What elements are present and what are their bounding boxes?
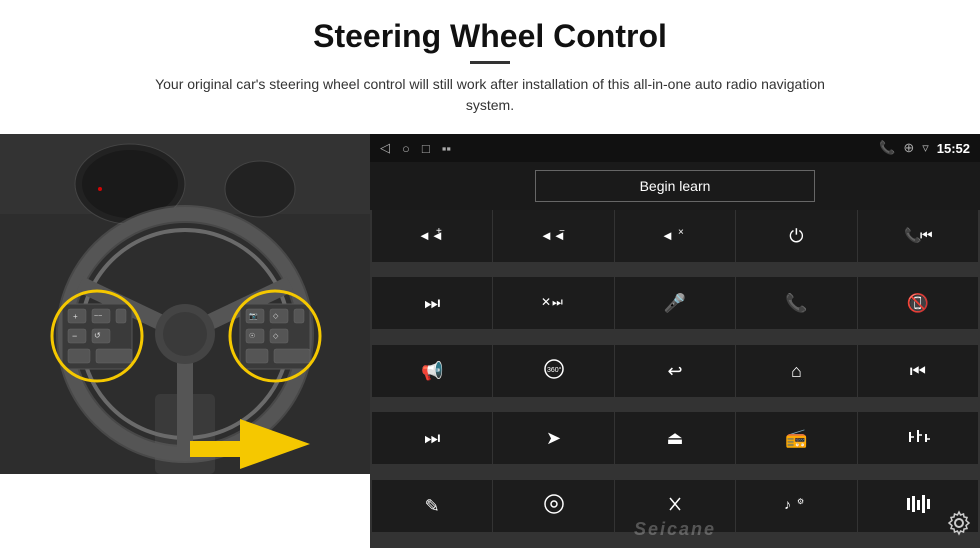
svg-text:−: − [72,331,77,341]
home-nav-icon[interactable]: ○ [402,141,410,156]
eject-cell[interactable]: ⏏ [615,412,735,464]
svg-text:×: × [678,227,684,238]
radio-icon: 📻 [785,429,807,447]
ff-icon: ✕ ⏭ [540,291,568,316]
mute-cell[interactable]: ◄ × [615,210,735,262]
steering-wheel-panel: + ~~ − ↺ 📷 ◇ [0,134,370,474]
page-container: Steering Wheel Control Your original car… [0,0,980,548]
header-section: Steering Wheel Control Your original car… [0,0,980,126]
fast-fwd-icon: ⏭ [424,429,440,447]
vol-up-cell[interactable]: ◄◄ + [372,210,492,262]
power-icon: ⏻ [789,227,803,245]
speaker-cell[interactable]: 📢 [372,345,492,397]
svg-text:◇: ◇ [273,333,279,340]
svg-text:~~: ~~ [94,313,102,320]
skip-back-cell[interactable]: ⏮ [858,345,978,397]
vol-up-icon: ◄◄ + [418,224,446,249]
wifi-icon: ▿ [922,140,929,156]
back-icon: ↩ [667,362,682,380]
begin-learn-button[interactable]: Begin learn [535,170,815,202]
mic-icon: 🎤 [664,294,686,312]
hang-up-icon: 📵 [907,294,929,312]
svg-text:📷: 📷 [249,312,258,320]
svg-text:♪: ♪ [784,496,791,512]
page-title: Steering Wheel Control [60,18,920,55]
settings-sub-icon [543,493,565,518]
bars-icon [906,494,930,517]
settings-sub-cell[interactable] [493,480,613,532]
radio-cell[interactable]: 📻 [736,412,856,464]
subtitle: Your original car's steering wheel contr… [140,74,840,116]
phone-icon: 📞 [879,140,895,156]
360-cell[interactable]: 360° [493,345,613,397]
skip-back-icon: ⏮ [910,362,926,380]
android-panel: ◁ ○ □ ▪▪ 📞 ⊕ ▿ 15:52 Begin learn [370,134,980,548]
pen-cell[interactable]: ✎ [372,480,492,532]
svg-text:◄: ◄ [661,228,674,243]
content-section: + ~~ − ↺ 📷 ◇ [0,134,980,548]
home-icon: ⌂ [791,362,802,380]
android-panel-wrapper: ◁ ○ □ ▪▪ 📞 ⊕ ▿ 15:52 Begin learn [370,134,980,548]
svg-text:☉: ☉ [249,332,255,340]
status-bar-right: 📞 ⊕ ▿ 15:52 [879,140,970,156]
prev-track-cell[interactable]: 📞 ⏮ [858,210,978,262]
vol-down-icon: ◄◄ − [540,224,568,249]
svg-text:⏮: ⏮ [920,227,932,243]
bluetooth-cell[interactable] [615,480,735,532]
back-nav-icon[interactable]: ◁ [380,140,390,156]
skip-fwd-cell[interactable]: ⏭ [372,277,492,329]
mute-icon: ◄ × [661,224,689,249]
svg-text:−: − [559,226,565,237]
settings-gear-icon[interactable] [946,510,972,542]
music-icon: ♪ ⚙ [784,493,808,518]
eject-icon: ⏏ [666,429,683,447]
location-icon: ⊕ [903,140,914,156]
fast-fwd-cell[interactable]: ⏭ [372,412,492,464]
navigate-cell[interactable]: ➤ [493,412,613,464]
360-icon: 360° [537,358,571,383]
begin-learn-row: Begin learn [370,162,980,210]
phone-cell[interactable]: 📞 [736,277,856,329]
prev-track-icon: 📞 ⏮ [904,224,932,249]
power-cell[interactable]: ⏻ [736,210,856,262]
status-bar: ◁ ○ □ ▪▪ 📞 ⊕ ▿ 15:52 [370,134,980,162]
back-cell[interactable]: ↩ [615,345,735,397]
speaker-icon: 📢 [421,362,443,380]
phone-call-icon: 📞 [785,294,807,312]
control-grid: ◄◄ + ◄◄ − [370,210,980,548]
mic-cell[interactable]: 🎤 [615,277,735,329]
music-cell[interactable]: ♪ ⚙ [736,480,856,532]
eq-cell[interactable] [858,412,978,464]
steering-bg: + ~~ − ↺ 📷 ◇ [0,134,370,474]
clock: 15:52 [937,141,970,156]
hang-up-cell[interactable]: 📵 [858,277,978,329]
svg-text:↺: ↺ [94,331,101,340]
ff-cell[interactable]: ✕ ⏭ [493,277,613,329]
svg-text:+: + [436,226,442,237]
svg-text:✕: ✕ [541,295,551,309]
svg-text:+: + [73,312,78,321]
eq-icon [906,427,930,450]
vol-down-cell[interactable]: ◄◄ − [493,210,613,262]
svg-text:⏭: ⏭ [552,295,563,309]
signal-icon: ▪▪ [442,141,451,156]
navigate-icon: ➤ [546,429,561,447]
title-divider [470,61,510,64]
bluetooth-icon [667,493,683,518]
pen-icon: ✎ [425,497,440,515]
svg-text:⚙: ⚙ [797,497,804,506]
status-bar-left: ◁ ○ □ ▪▪ [380,140,451,156]
recents-nav-icon[interactable]: □ [422,141,430,156]
home-cell[interactable]: ⌂ [736,345,856,397]
skip-fwd-icon: ⏭ [424,294,440,312]
svg-text:360°: 360° [547,366,562,374]
svg-text:◇: ◇ [273,313,279,320]
